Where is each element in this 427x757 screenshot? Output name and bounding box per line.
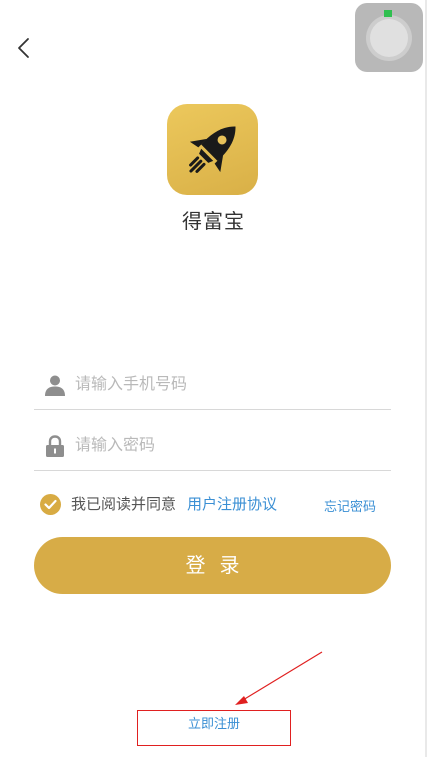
app-name: 得富宝 [182,209,245,233]
agreement-checkbox[interactable] [40,494,61,515]
app-logo [167,104,258,195]
rocket-icon [189,126,236,173]
register-link[interactable]: 立即注册 [137,710,291,746]
back-button[interactable] [12,34,38,62]
assistive-touch-button[interactable] [355,3,423,72]
phone-field [34,359,391,410]
user-icon [45,375,65,396]
password-field [34,420,391,471]
agreement-row: 我已阅读并同意 用户注册协议 忘记密码 [40,492,390,516]
lock-icon [46,435,64,457]
chevron-left-icon [18,38,29,58]
checkmark-icon [44,499,57,510]
phone-input[interactable] [75,368,375,398]
agreement-text: 我已阅读并同意 [71,495,177,513]
user-agreement-link[interactable]: 用户注册协议 [187,493,277,514]
forgot-password-link[interactable]: 忘记密码 [324,496,376,515]
password-input[interactable] [75,429,375,459]
status-indicator [384,10,392,17]
login-button[interactable]: 登录 [34,537,391,594]
assistive-touch-icon [370,19,408,57]
